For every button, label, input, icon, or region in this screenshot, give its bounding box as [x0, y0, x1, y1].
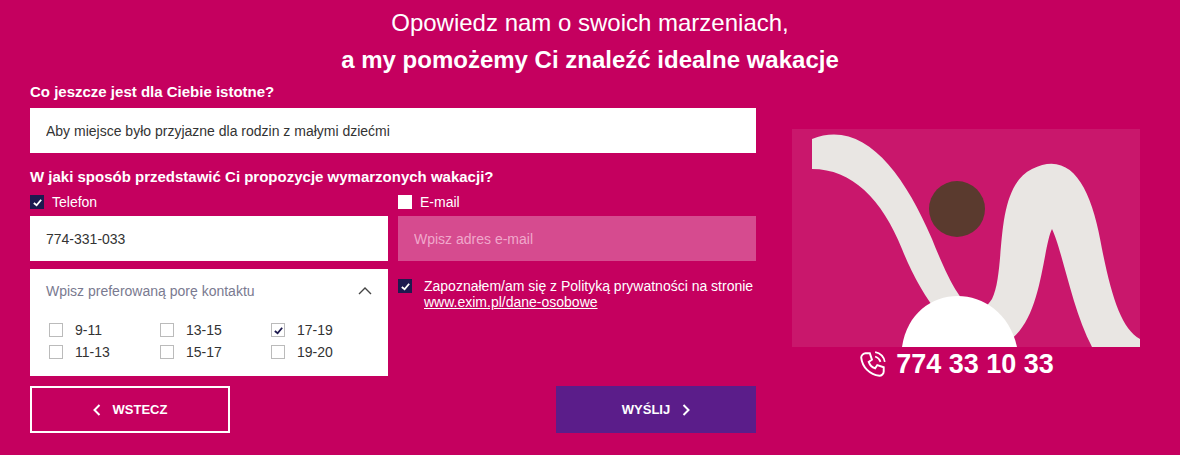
- main: Co jeszcze jest dla Ciebie istotne? W jak…: [30, 82, 1180, 433]
- heading-line: Opowiedz nam o swoich marzeniach,: [391, 8, 789, 38]
- method-input[interactable]: [30, 216, 388, 261]
- method-checkbox[interactable]: [30, 195, 44, 209]
- slot-label: 15-17: [186, 344, 222, 360]
- aside: 774 33 10 33: [792, 82, 1140, 433]
- slot-label: 17-19: [297, 322, 333, 338]
- slot-checkbox[interactable]: [49, 345, 63, 359]
- slot-label: 9-11: [75, 322, 102, 338]
- time-header[interactable]: Wpisz preferowaną porę kontaktu: [30, 269, 388, 313]
- check-icon: [273, 325, 284, 336]
- slot-checkbox[interactable]: [160, 345, 174, 359]
- method-label: E-mail: [420, 193, 460, 211]
- chevron-right-icon: [682, 404, 690, 416]
- consultant-photo: [792, 129, 1140, 347]
- phone-icon: [858, 349, 888, 379]
- time-slots: 9-11 11-13 13-15 15-17 17-19 19-20: [30, 313, 388, 369]
- time-slot[interactable]: 19-20: [271, 341, 382, 363]
- time-slot[interactable]: 15-17: [160, 341, 271, 363]
- contact-methods: Telefon E-mail: [30, 193, 756, 261]
- page: Opowiedz nam o swoich marzeniach, a my po…: [0, 0, 1180, 455]
- heading: Opowiedz nam o swoich marzeniach, a my po…: [0, 8, 1180, 75]
- importance-input[interactable]: [30, 108, 756, 153]
- check-icon: [400, 281, 411, 292]
- back-label: WSTECZ: [113, 402, 168, 417]
- method-input[interactable]: [398, 216, 756, 261]
- send-button[interactable]: WYŚLIJ: [556, 386, 756, 433]
- method-checkbox-row[interactable]: Telefon: [30, 193, 388, 211]
- time-slot[interactable]: 17-19: [271, 319, 382, 341]
- consent-text: Zapoznałem/am się z Polityką prywatności…: [424, 278, 756, 310]
- send-label: WYŚLIJ: [622, 402, 670, 417]
- slot-checkbox[interactable]: [271, 323, 285, 337]
- method-label: Telefon: [52, 193, 97, 211]
- slot-checkbox[interactable]: [49, 323, 63, 337]
- phone[interactable]: 774 33 10 33: [858, 347, 1074, 381]
- heading-line-bold: a my pomożemy Ci znaleźć idealne wakacje: [341, 45, 839, 75]
- phone-number: 774 33 10 33: [896, 347, 1054, 381]
- consent-checkbox[interactable]: [398, 279, 412, 293]
- slot-label: 11-13: [75, 344, 110, 360]
- lower-row: Wpisz preferowaną porę kontaktu 9-11 11-13…: [30, 269, 756, 376]
- importance-label: Co jeszcze jest dla Ciebie istotne?: [30, 82, 756, 102]
- time-slot[interactable]: 11-13: [49, 341, 160, 363]
- slot-label: 13-15: [186, 322, 222, 338]
- buttons: WSTECZ WYŚLIJ: [30, 386, 756, 433]
- slot-checkbox[interactable]: [160, 323, 174, 337]
- slot-label: 19-20: [297, 344, 333, 360]
- chevron-left-icon: [93, 404, 101, 416]
- back-button[interactable]: WSTECZ: [30, 386, 230, 433]
- contact-label: W jaki sposób przedstawić Ci propozycje …: [30, 167, 756, 187]
- contact-method: E-mail: [398, 193, 756, 261]
- slot-checkbox[interactable]: [271, 345, 285, 359]
- consent: Zapoznałem/am się z Polityką prywatności…: [398, 269, 756, 376]
- method-checkbox-row[interactable]: E-mail: [398, 193, 756, 211]
- check-icon: [32, 197, 43, 208]
- form: Co jeszcze jest dla Ciebie istotne? W jak…: [30, 82, 756, 433]
- privacy-link[interactable]: www.exim.pl/dane-osobowe: [424, 294, 598, 310]
- contact-method: Telefon: [30, 193, 388, 261]
- time-dropdown[interactable]: Wpisz preferowaną porę kontaktu 9-11 11-13…: [30, 269, 388, 376]
- photo-shape-icon: [792, 129, 1140, 347]
- method-checkbox[interactable]: [398, 195, 412, 209]
- chevron-up-icon[interactable]: [358, 287, 372, 295]
- time-slot[interactable]: 9-11: [49, 319, 160, 341]
- time-slot[interactable]: 13-15: [160, 319, 271, 341]
- time-placeholder: Wpisz preferowaną porę kontaktu: [46, 283, 255, 299]
